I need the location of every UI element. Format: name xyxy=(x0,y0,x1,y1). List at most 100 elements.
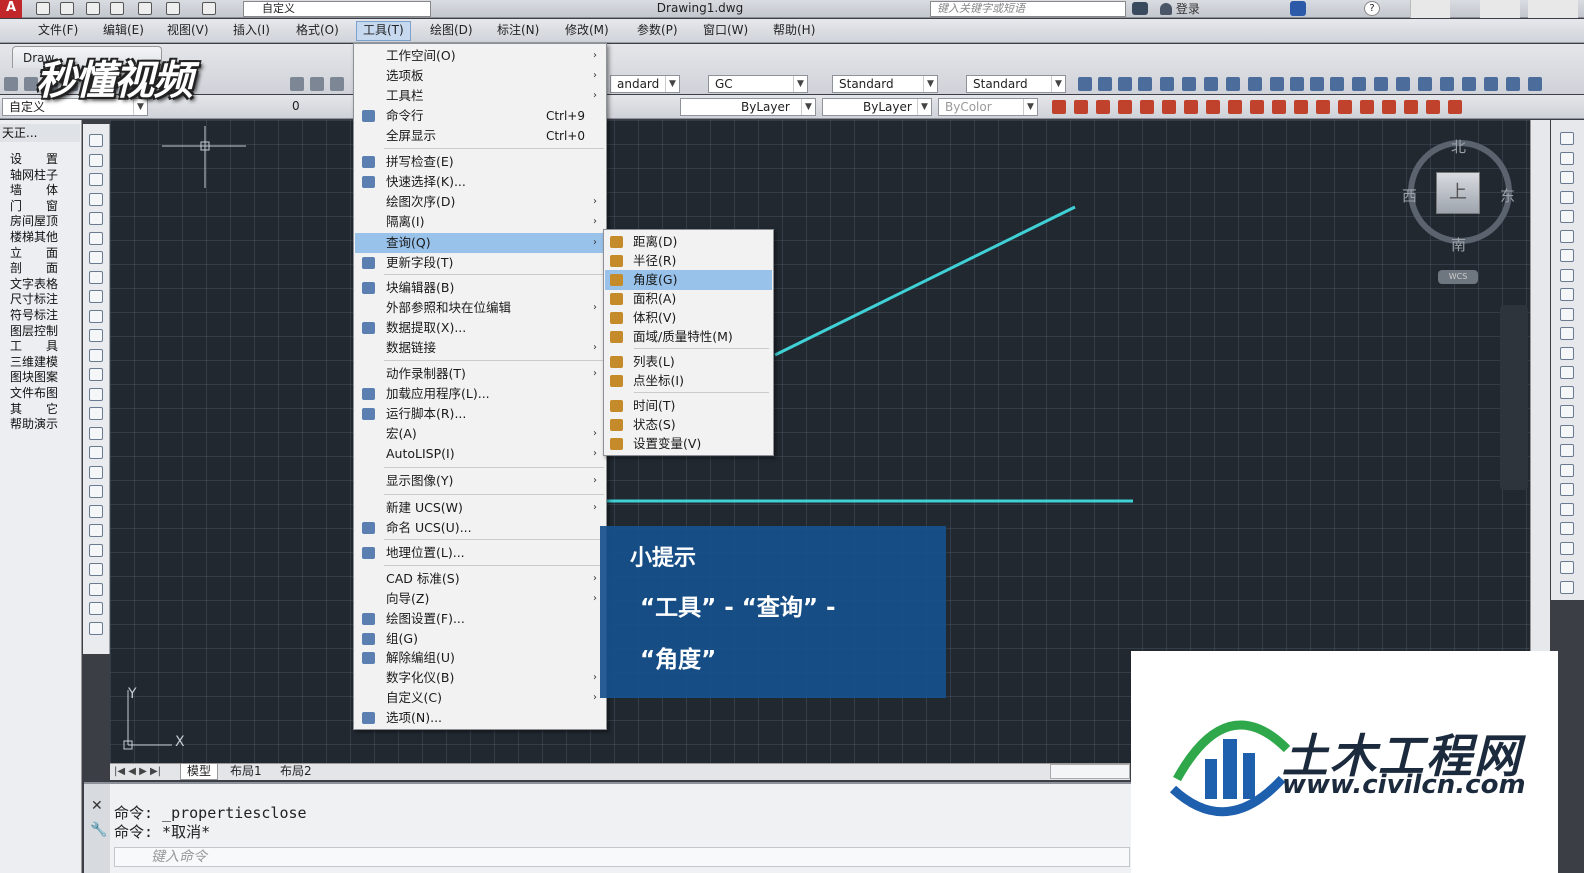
tools-menu-item[interactable]: 块编辑器(B) xyxy=(355,278,605,298)
toolbar-tool-icon[interactable] xyxy=(1290,77,1304,91)
draw-tool-icon[interactable] xyxy=(89,270,103,284)
modify-tool-icon[interactable] xyxy=(1560,385,1574,399)
workspace-select[interactable]: 自定义 xyxy=(243,1,431,17)
toolbar-tool-icon[interactable] xyxy=(1316,100,1330,114)
toolbar-tool-icon[interactable] xyxy=(1352,77,1366,91)
toolbar-tool-icon[interactable] xyxy=(1272,100,1286,114)
compass-north[interactable]: 北 xyxy=(1451,136,1466,157)
binoculars-icon[interactable] xyxy=(1132,2,1148,15)
toolbar-tool-icon[interactable] xyxy=(1204,77,1218,91)
wcs-menu[interactable]: WCS xyxy=(1438,270,1478,284)
tools-menu-item[interactable]: 动作录制器(T) › xyxy=(355,364,605,384)
palette-item[interactable]: 剖 面 xyxy=(10,261,58,276)
viewcube-top-face[interactable]: 上 xyxy=(1436,172,1480,214)
tools-menu-item[interactable]: 绘图设置(F)... xyxy=(355,609,605,629)
palette-item[interactable]: 工 具 xyxy=(10,339,58,354)
draw-tool-icon[interactable] xyxy=(89,446,103,459)
modify-tool-icon[interactable] xyxy=(1560,171,1574,184)
toolbar-tool-icon[interactable] xyxy=(1140,100,1154,114)
draw-tool-icon[interactable] xyxy=(89,621,103,635)
draw-tool-icon[interactable] xyxy=(89,582,103,596)
app-logo-icon[interactable]: A xyxy=(0,0,22,18)
modify-tool-icon[interactable] xyxy=(1560,522,1574,535)
query-menu-item[interactable]: 点坐标(I) xyxy=(605,371,772,391)
palette-item[interactable]: 尺寸标注 xyxy=(10,292,58,307)
mleader-style-combo[interactable]: Standard ▼ xyxy=(966,75,1066,93)
modify-tool-icon[interactable] xyxy=(1560,580,1574,594)
draw-tool-icon[interactable] xyxy=(89,602,103,615)
query-menu-item[interactable]: 时间(T) xyxy=(605,396,772,416)
tab-model[interactable]: 模型 xyxy=(180,764,219,780)
toolbar-tool-icon[interactable] xyxy=(1440,77,1454,91)
toolbar-tool-icon[interactable] xyxy=(1338,100,1352,114)
tools-menu-item[interactable]: 加载应用程序(L)... xyxy=(355,384,605,404)
query-menu-item[interactable]: 列表(L) xyxy=(605,352,772,372)
draw-tool-icon[interactable] xyxy=(89,524,103,537)
tab-layout2[interactable]: 布局2 xyxy=(274,764,318,780)
toolbar-tool-icon[interactable] xyxy=(1248,77,1262,91)
toolbar-tool-icon[interactable] xyxy=(1462,77,1476,91)
toolbar-tool-icon[interactable] xyxy=(1078,77,1092,91)
modify-tool-icon[interactable] xyxy=(1560,132,1574,145)
draw-tool-icon[interactable] xyxy=(89,173,103,186)
tools-menu-item[interactable]: 命令行 Ctrl+9 xyxy=(355,106,605,126)
palette-item[interactable]: 立 面 xyxy=(10,246,58,261)
menu-modify[interactable]: 修改(M) xyxy=(559,23,615,38)
menu-file[interactable]: 文件(F) xyxy=(32,23,84,38)
tools-menu-item[interactable]: 解除编组(U) xyxy=(355,648,605,668)
menu-parametric[interactable]: 参数(P) xyxy=(631,23,684,38)
toolbar-tool-icon[interactable] xyxy=(1250,100,1264,114)
tools-menu-item[interactable]: 向导(Z) › xyxy=(355,589,605,609)
draw-tool-icon[interactable] xyxy=(89,563,103,576)
toolbar-tool-icon[interactable] xyxy=(1360,100,1374,114)
toolbar-tool-icon[interactable] xyxy=(1228,100,1242,114)
tools-menu-item[interactable]: 隔离(I) › xyxy=(355,212,605,232)
palette-item[interactable]: 其 它 xyxy=(10,402,58,417)
tools-menu-item[interactable]: 更新字段(T) xyxy=(355,253,605,273)
modify-tool-icon[interactable] xyxy=(1560,346,1574,360)
menu-tools[interactable]: 工具(T) xyxy=(356,21,411,41)
query-menu-item[interactable]: 面域/质量特性(M) xyxy=(605,327,772,347)
modify-tool-icon[interactable] xyxy=(1560,444,1574,457)
modify-tool-icon[interactable] xyxy=(1560,268,1574,282)
toolbar-tool-icon[interactable] xyxy=(1418,77,1432,91)
palette-item[interactable]: 设 置 xyxy=(10,152,58,167)
toolbar-tool-icon[interactable] xyxy=(1270,77,1284,91)
palette-item[interactable]: 文件布图 xyxy=(10,386,58,401)
modify-tool-icon[interactable] xyxy=(1560,366,1574,379)
toolbar-tool-icon[interactable] xyxy=(1294,100,1308,114)
command-input[interactable]: 键入命令 xyxy=(114,847,1130,867)
navigation-bar[interactable] xyxy=(1500,305,1528,490)
draw-tool-icon[interactable] xyxy=(89,231,103,245)
toolbar-tool-icon[interactable] xyxy=(1096,100,1110,114)
draw-tool-icon[interactable] xyxy=(89,426,103,440)
tools-menu-item[interactable]: 运行脚本(R)... xyxy=(355,404,605,424)
query-menu-item[interactable]: 体积(V) xyxy=(605,308,772,328)
query-menu-item[interactable]: 设置变量(V) xyxy=(605,434,772,454)
menu-window[interactable]: 窗口(W) xyxy=(697,23,754,38)
toolbar-tool-icon[interactable] xyxy=(330,77,344,91)
toolbar-tool-icon[interactable] xyxy=(1528,77,1542,91)
draw-tool-icon[interactable] xyxy=(89,192,103,206)
save-icon[interactable] xyxy=(86,2,100,15)
draw-tool-icon[interactable] xyxy=(89,212,103,225)
compass-south[interactable]: 南 xyxy=(1451,234,1466,255)
toolbar-tool-icon[interactable] xyxy=(1074,100,1088,114)
redo-icon[interactable] xyxy=(202,2,216,15)
toolbar-tool-icon[interactable] xyxy=(1052,100,1066,114)
query-menu-item[interactable]: 半径(R) xyxy=(605,251,772,271)
modify-tool-icon[interactable] xyxy=(1560,483,1574,496)
toolbar-tool-icon[interactable] xyxy=(1182,77,1196,91)
toolbar-tool-icon[interactable] xyxy=(310,77,324,91)
modify-tool-icon[interactable] xyxy=(1560,463,1574,477)
menu-format[interactable]: 格式(O) xyxy=(290,23,345,38)
tools-menu-item[interactable]: 自定义(C) › xyxy=(355,688,605,708)
toolbar-tool-icon[interactable] xyxy=(1506,77,1520,91)
table-style-combo[interactable]: Standard ▼ xyxy=(832,75,938,93)
tools-menu-item[interactable]: 选项板 › xyxy=(355,66,605,86)
close-window-button[interactable] xyxy=(1528,0,1578,18)
tab-layout1[interactable]: 布局1 xyxy=(224,764,268,780)
draw-tool-icon[interactable] xyxy=(89,329,103,342)
toolbar-tool-icon[interactable] xyxy=(1098,77,1112,91)
modify-tool-icon[interactable] xyxy=(1560,249,1574,262)
